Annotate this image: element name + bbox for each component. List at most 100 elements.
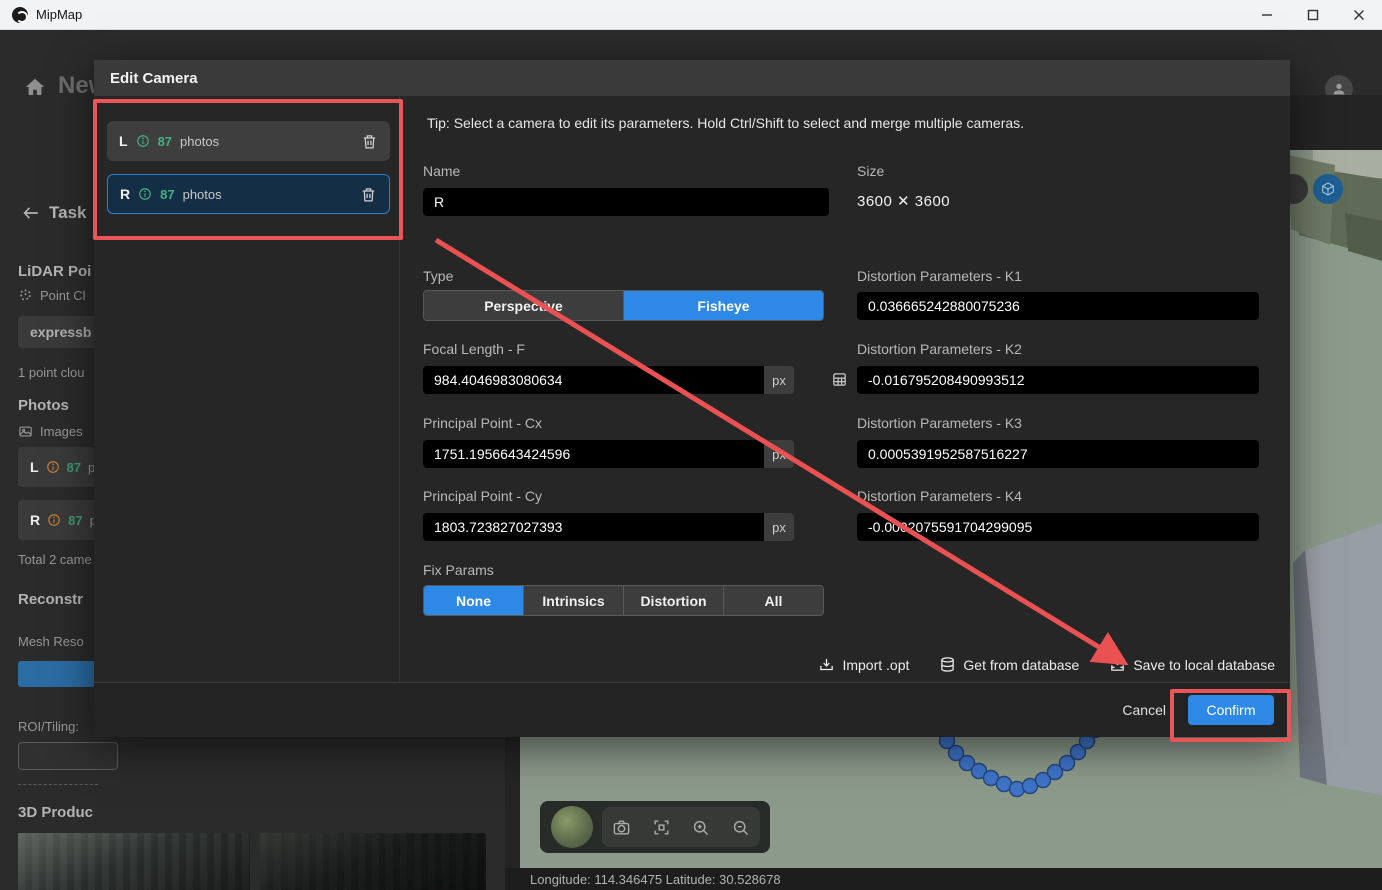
point-cloud-icon [18, 288, 33, 303]
annotation-box-confirm [1170, 689, 1291, 742]
point-cloud-label: Point Cl [40, 288, 86, 303]
cx-unit: px [764, 440, 794, 468]
type-label: Type [423, 268, 453, 284]
get-from-database-button[interactable]: Get from database [939, 656, 1079, 673]
name-input[interactable] [423, 188, 829, 216]
3d-model-thumbnail-2[interactable] [260, 833, 486, 890]
k1-input[interactable] [857, 292, 1259, 320]
fit-view-button[interactable] [652, 818, 671, 837]
back-to-task-button[interactable]: Task [22, 203, 87, 223]
minimap-thumbnail[interactable] [551, 806, 593, 848]
import-icon [818, 656, 835, 673]
maximize-button[interactable] [1290, 0, 1336, 30]
images-icon [18, 424, 33, 439]
images-label: Images [40, 424, 83, 439]
photo-count: 87 [67, 460, 81, 475]
type-option-fisheye[interactable]: Fisheye [623, 291, 823, 320]
minimize-button[interactable] [1244, 0, 1290, 30]
images-item[interactable]: Images [18, 424, 83, 439]
k4-label: Distortion Parameters - K4 [857, 488, 1022, 504]
dialog-footer: Cancel Confirm [94, 682, 1290, 737]
mesh-resolution-label: Mesh Reso [18, 634, 84, 649]
k3-label: Distortion Parameters - K3 [857, 415, 1022, 431]
close-icon [1353, 9, 1365, 21]
camera-name: R [30, 512, 40, 528]
info-icon [47, 513, 61, 527]
dialog-action-links: Import .opt Get from database Save to lo… [818, 656, 1275, 673]
arrow-left-icon [22, 204, 40, 222]
3d-view-button[interactable] [1313, 174, 1343, 204]
minimize-icon [1261, 9, 1273, 21]
focal-calculator-button[interactable] [831, 371, 848, 388]
save-to-local-database-button[interactable]: Save to local database [1109, 656, 1275, 673]
principal-cy-label: Principal Point - Cy [423, 488, 542, 504]
get-from-database-label: Get from database [963, 657, 1079, 673]
window-titlebar: MipMap [0, 0, 1382, 30]
k1-label: Distortion Parameters - K1 [857, 268, 1022, 284]
size-label: Size [857, 163, 884, 179]
close-button[interactable] [1336, 0, 1382, 30]
principal-cx-input[interactable] [423, 440, 764, 468]
info-icon [46, 460, 60, 474]
k4-input[interactable] [857, 513, 1259, 541]
frame-corners-icon [652, 818, 671, 837]
camera-icon [612, 818, 631, 837]
products-section-heading: 3D Produc [18, 804, 93, 821]
divider [18, 784, 98, 785]
import-opt-button[interactable]: Import .opt [818, 656, 909, 673]
maximize-icon [1307, 9, 1319, 21]
type-toggle: Perspective Fisheye [423, 290, 824, 321]
photos-section-heading: Photos [18, 397, 69, 414]
back-label: Task [49, 203, 87, 223]
roi-tiling-input[interactable] [18, 742, 118, 770]
k3-input[interactable] [857, 440, 1259, 468]
map-toolbar [540, 801, 770, 853]
zoom-in-icon [691, 818, 710, 837]
fix-option-intrinsics[interactable]: Intrinsics [523, 586, 623, 615]
screenshot-button[interactable] [612, 818, 631, 837]
annotation-box-camera-list [93, 99, 403, 240]
import-opt-label: Import .opt [842, 657, 909, 673]
size-value: 3600 ✕ 3600 [857, 192, 950, 210]
principal-cx-label: Principal Point - Cx [423, 415, 542, 431]
fix-option-distortion[interactable]: Distortion [623, 586, 723, 615]
app-title: MipMap [36, 7, 82, 22]
zoom-out-button[interactable] [731, 818, 750, 837]
cy-unit: px [764, 513, 794, 541]
app-logo-icon [12, 7, 28, 23]
cancel-button[interactable]: Cancel [1122, 702, 1166, 718]
save-to-local-database-label: Save to local database [1133, 657, 1275, 673]
reconstruction-section-heading: Reconstr [18, 591, 83, 608]
name-label: Name [423, 163, 460, 179]
zoom-in-button[interactable] [691, 818, 710, 837]
fix-option-all[interactable]: All [723, 586, 823, 615]
cube-icon [1320, 181, 1336, 197]
principal-cy-input[interactable] [423, 513, 764, 541]
k2-label: Distortion Parameters - K2 [857, 341, 1022, 357]
map-statusbar: Longitude: 114.346475 Latitude: 30.52867… [505, 868, 1382, 890]
app-window: MipMap New Project Task LiDAR Poi [0, 0, 1382, 890]
point-cloud-file-name: expressb [30, 324, 91, 340]
dialog-header: Edit Camera [94, 60, 1290, 96]
dialog-tip: Tip: Select a camera to edit its paramet… [427, 115, 1024, 131]
fix-option-none[interactable]: None [424, 586, 523, 615]
focal-unit: px [764, 366, 794, 394]
database-icon [939, 656, 956, 673]
roi-tiling-label: ROI/Tiling: [18, 719, 79, 734]
zoom-out-icon [731, 818, 750, 837]
point-cloud-item[interactable]: Point Cl [18, 288, 86, 303]
k2-input[interactable] [857, 366, 1259, 394]
3d-model-thumbnail-1[interactable] [18, 833, 250, 890]
camera-name: L [30, 459, 39, 475]
type-option-perspective[interactable]: Perspective [424, 291, 623, 320]
lidar-section-heading: LiDAR Poi [18, 263, 91, 280]
photo-count: 87 [68, 513, 82, 528]
dialog-title: Edit Camera [110, 70, 198, 87]
fix-params-label: Fix Params [423, 562, 494, 578]
fix-params-toggle: None Intrinsics Distortion All [423, 585, 824, 616]
focal-length-input[interactable] [423, 366, 764, 394]
coordinates-readout: Longitude: 114.346475 Latitude: 30.52867… [530, 872, 781, 887]
focal-length-label: Focal Length - F [423, 341, 525, 357]
point-cloud-count: 1 point clou [18, 365, 85, 380]
calculator-icon [831, 371, 848, 388]
